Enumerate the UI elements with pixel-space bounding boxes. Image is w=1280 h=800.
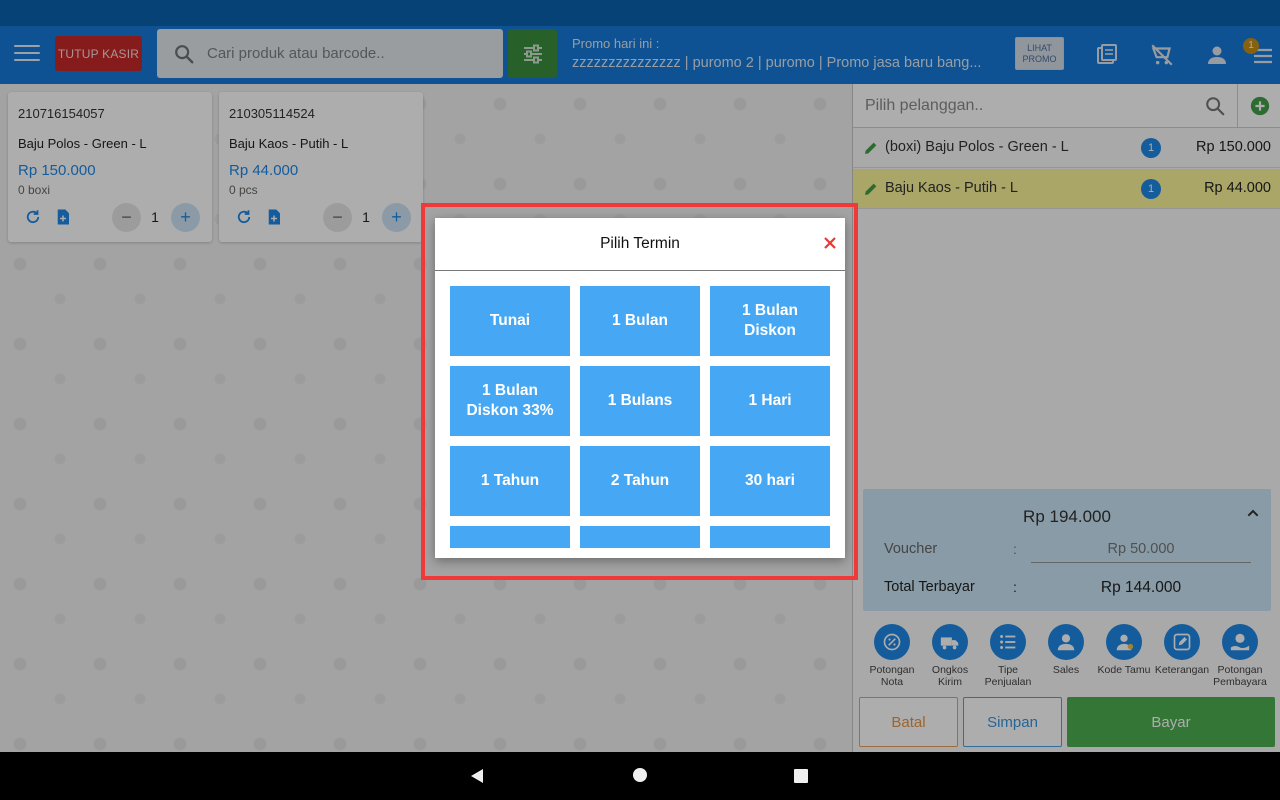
home-icon[interactable] xyxy=(633,768,647,782)
term-button[interactable]: 1 Bulan Diskon 33% xyxy=(450,366,570,436)
term-button[interactable]: 1 Tahun xyxy=(450,446,570,516)
term-button[interactable]: 1 Bulan xyxy=(580,286,700,356)
close-icon[interactable] xyxy=(823,236,837,250)
dialog-title: Pilih Termin xyxy=(600,235,680,252)
term-grid: Tunai 1 Bulan 1 Bulan Diskon 1 Bulan Dis… xyxy=(450,286,830,548)
system-nav-bar xyxy=(0,752,1280,800)
recent-apps-icon[interactable] xyxy=(794,769,808,783)
term-button[interactable]: 1 Hari xyxy=(710,366,830,436)
term-button[interactable]: Tunai xyxy=(450,286,570,356)
term-button[interactable]: 1 Bulan Diskon xyxy=(710,286,830,356)
term-button[interactable] xyxy=(710,526,830,548)
term-button[interactable]: 2 Tahun xyxy=(580,446,700,516)
term-button[interactable] xyxy=(580,526,700,548)
pilih-termin-dialog: Pilih Termin Tunai 1 Bulan 1 Bulan Disko… xyxy=(435,218,845,558)
term-button[interactable]: 30 hari xyxy=(710,446,830,516)
back-icon[interactable] xyxy=(469,768,485,784)
dialog-divider xyxy=(435,270,845,271)
term-button[interactable]: 1 Bulans xyxy=(580,366,700,436)
term-button[interactable] xyxy=(450,526,570,548)
